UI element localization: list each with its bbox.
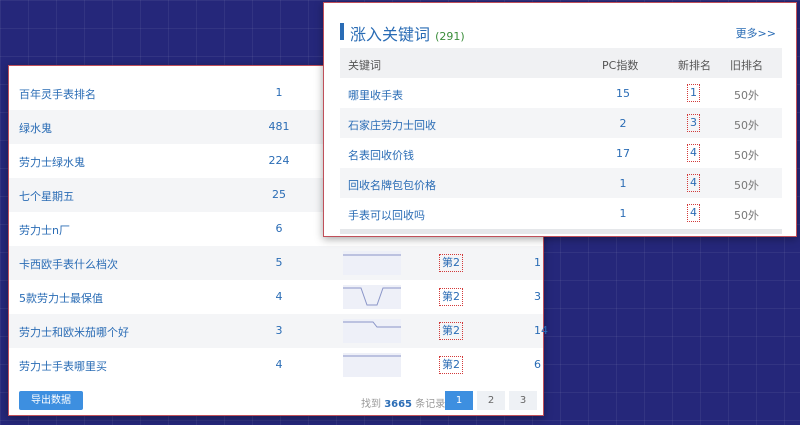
table-row[interactable]: 5款劳力士最保值 4 第2 3 (9, 280, 543, 314)
pc-index: 4 (275, 358, 283, 371)
found-suffix: 条记录 (415, 399, 446, 410)
table-row[interactable]: 手表可以回收吗 1 4 50外 (340, 198, 782, 228)
new-rank-badge: 第2 (439, 356, 463, 374)
new-rank-badge: 4 (687, 174, 700, 192)
pc-index: 224 (268, 154, 290, 167)
table-row[interactable]: 劳力士和欧米茄哪个好 3 第2 14 (9, 314, 548, 348)
table-row[interactable]: 卡西欧手表什么档次 5 第2 1 (9, 246, 543, 280)
page-button-2[interactable]: 2 (477, 391, 505, 410)
rising-keywords-panel: 涨入关键词 (291) 更多>> 关键词 PC指数 新排名 旧排名 哪里收手表 … (323, 2, 797, 237)
panel-footer-bar (340, 229, 782, 234)
page-button-3[interactable]: 3 (509, 391, 537, 410)
found-count: 3665 (384, 399, 413, 410)
pc-index: 1 (619, 207, 627, 220)
keyword-link[interactable]: 绿水鬼 (19, 120, 52, 136)
panel-title: 涨入关键词 (291) (350, 21, 465, 45)
old-rank: 50外 (734, 89, 759, 102)
keyword-count: (291) (435, 30, 465, 43)
keyword-link[interactable]: 劳力士手表哪里买 (19, 358, 107, 374)
pc-index: 25 (272, 188, 286, 201)
old-rank: 50外 (734, 149, 759, 162)
pc-index: 5 (275, 256, 283, 269)
keyword-link[interactable]: 名表回收价钱 (348, 147, 414, 163)
keyword-link[interactable]: 手表可以回收吗 (348, 207, 425, 223)
trend-sparkline (343, 319, 401, 343)
table-row[interactable]: 回收名牌包包价格 1 4 50外 (340, 168, 782, 198)
old-rank: 50外 (734, 209, 759, 222)
header-keyword: 关键词 (348, 59, 381, 72)
page-button-1[interactable]: 1 (445, 391, 473, 410)
pc-index: 1 (619, 177, 627, 190)
export-data-button[interactable]: 导出数据 (19, 391, 83, 410)
more-link[interactable]: 更多>> (736, 25, 776, 41)
pc-index: 481 (268, 120, 290, 133)
table-header: 关键词 PC指数 新排名 旧排名 (340, 48, 782, 78)
new-rank-badge: 第2 (439, 288, 463, 306)
table-row[interactable]: 劳力士手表哪里买 4 第2 6 (9, 348, 543, 382)
old-rank: 6 (534, 358, 541, 371)
title-accent-bar (340, 23, 344, 40)
pc-index: 15 (616, 87, 630, 100)
pc-index: 3 (275, 324, 283, 337)
table-row[interactable]: 哪里收手表 15 1 50外 (340, 78, 782, 108)
pc-index: 2 (619, 117, 627, 130)
header-new-rank: 新排名 (678, 59, 711, 72)
new-rank-badge: 4 (687, 204, 700, 222)
pc-index: 4 (275, 290, 283, 303)
new-rank-badge: 第2 (439, 254, 463, 272)
keyword-link[interactable]: 百年灵手表排名 (19, 86, 96, 102)
table-row[interactable]: 名表回收价钱 17 4 50外 (340, 138, 782, 168)
new-rank-badge: 4 (687, 144, 700, 162)
keyword-link[interactable]: 劳力士和欧米茄哪个好 (19, 324, 129, 340)
keyword-link[interactable]: 卡西欧手表什么档次 (19, 256, 118, 272)
new-rank-badge: 1 (687, 84, 700, 102)
old-rank: 50外 (734, 119, 759, 132)
record-count: 找到 3665 条记录 (361, 395, 445, 410)
panel-title-text: 涨入关键词 (350, 25, 431, 44)
keyword-link[interactable]: 石家庄劳力士回收 (348, 117, 436, 133)
keyword-link[interactable]: 5款劳力士最保值 (19, 290, 103, 306)
trend-sparkline (343, 353, 401, 377)
pc-index: 17 (616, 147, 630, 160)
keyword-link[interactable]: 哪里收手表 (348, 87, 403, 103)
keyword-link[interactable]: 劳力士n厂 (19, 222, 70, 238)
keyword-link[interactable]: 劳力士绿水鬼 (19, 154, 85, 170)
keyword-link[interactable]: 回收名牌包包价格 (348, 177, 436, 193)
table-row[interactable]: 石家庄劳力士回收 2 3 50外 (340, 108, 782, 138)
old-rank: 1 (534, 256, 541, 269)
header-pc-index: PC指数 (602, 59, 639, 72)
found-prefix: 找到 (361, 399, 381, 410)
trend-sparkline (343, 251, 401, 275)
pc-index: 6 (275, 222, 283, 235)
old-rank: 50外 (734, 179, 759, 192)
header-old-rank: 旧排名 (730, 59, 763, 72)
pc-index: 1 (275, 86, 283, 99)
old-rank: 14 (534, 324, 548, 337)
keyword-link[interactable]: 七个星期五 (19, 188, 74, 204)
old-rank: 3 (534, 290, 541, 303)
new-rank-badge: 第2 (439, 322, 463, 340)
new-rank-badge: 3 (687, 114, 700, 132)
trend-sparkline (343, 285, 401, 309)
